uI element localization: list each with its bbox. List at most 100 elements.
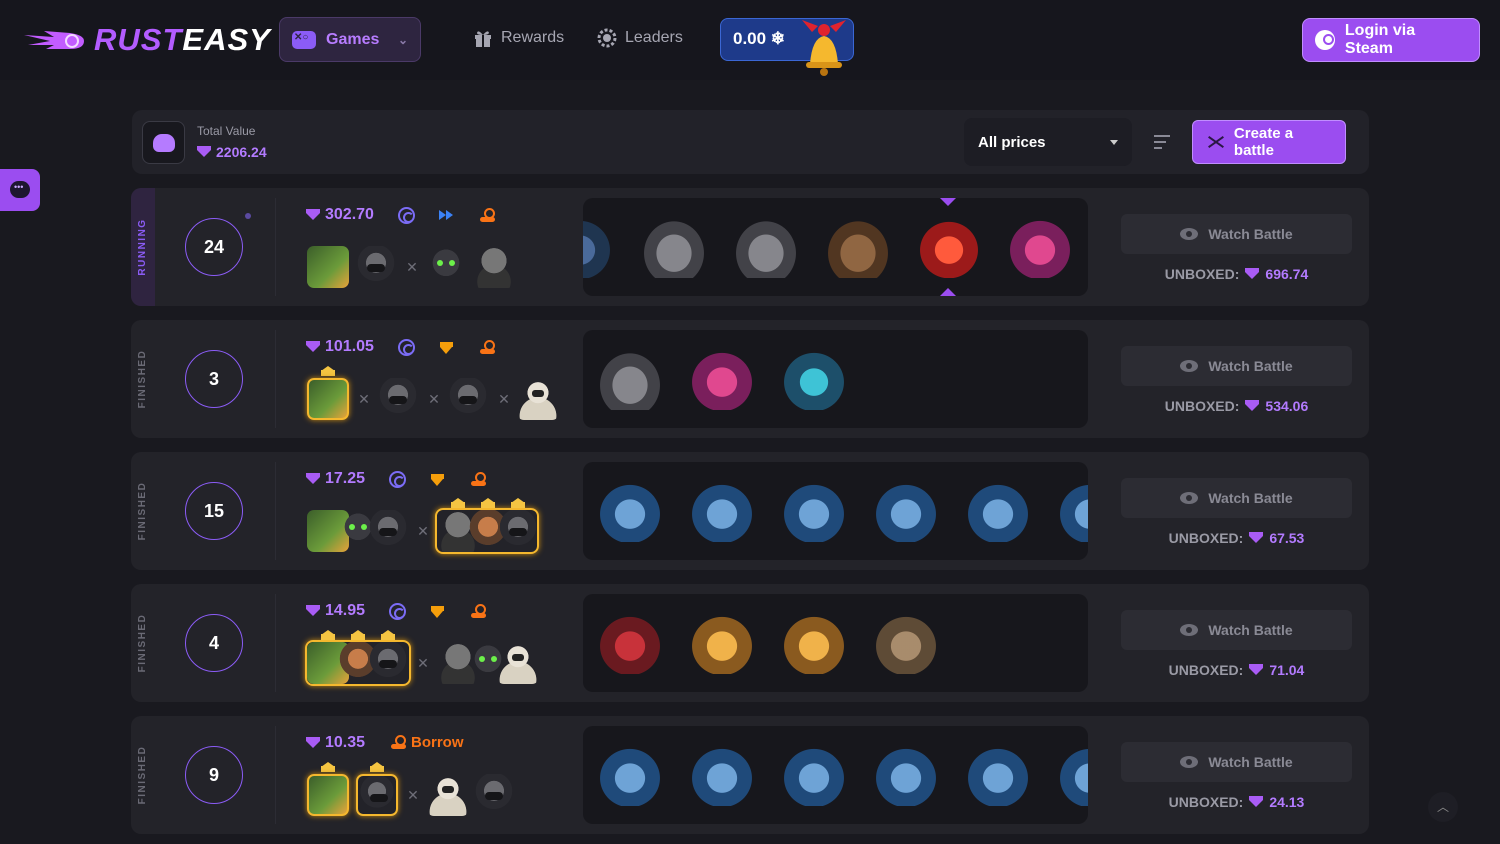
cases-reel — [583, 198, 1088, 296]
case-image — [595, 480, 665, 542]
player-avatar[interactable] — [517, 378, 559, 420]
player-avatar-winner[interactable] — [367, 642, 409, 684]
spiral-mode-icon — [398, 207, 415, 224]
create-battle-label: Create a battle — [1233, 125, 1294, 159]
player-avatar[interactable] — [473, 246, 515, 288]
case-image — [779, 744, 849, 806]
battle-row[interactable]: RUNNING 24 302.70 ✕ Watch Battle UNBOXED… — [131, 188, 1369, 306]
versus-icon: ✕ — [406, 259, 418, 275]
versus-icon: ✕ — [428, 391, 440, 407]
player-avatar[interactable] — [473, 774, 515, 816]
watch-battle-button[interactable]: Watch Battle — [1121, 610, 1352, 650]
unboxed-value: 696.74 — [1265, 266, 1309, 282]
fast-forward-icon — [438, 207, 455, 224]
case-image — [595, 612, 665, 674]
case-image — [1055, 744, 1088, 806]
logo-text-easy: EASY — [182, 22, 271, 57]
case-image — [871, 744, 941, 806]
gem-icon — [306, 473, 320, 485]
battles-summary-bar: Total Value 2206.24 All prices Create a … — [132, 110, 1369, 174]
battle-cost-value: 302.70 — [325, 206, 374, 223]
unboxed-value: 24.13 — [1269, 794, 1305, 810]
spiral-mode-icon — [389, 603, 406, 620]
cases-reel — [583, 462, 1088, 560]
watch-battle-label: Watch Battle — [1208, 226, 1293, 242]
rounds-count: 24 — [185, 218, 243, 276]
create-battle-button[interactable]: Create a battle — [1192, 120, 1346, 164]
crown-icon — [370, 762, 384, 772]
borrow-badge: Borrow — [390, 734, 464, 751]
player-avatar[interactable] — [447, 378, 489, 420]
case-image — [871, 480, 941, 542]
case-image — [687, 480, 757, 542]
unboxed-label: UNBOXED: — [1164, 266, 1240, 282]
borrow-hand-icon — [479, 339, 496, 356]
sort-button[interactable] — [1142, 122, 1182, 162]
unboxed-label: UNBOXED: — [1168, 662, 1244, 678]
live-dot — [245, 213, 251, 219]
nav-leaders-label: Leaders — [625, 29, 683, 46]
versus-icon: ✕ — [417, 655, 429, 671]
gem-icon — [1249, 664, 1264, 676]
nav-rewards-label: Rewards — [501, 29, 565, 46]
player-avatar[interactable] — [367, 510, 409, 552]
versus-icon: ✕ — [358, 391, 370, 407]
player-avatar[interactable] — [425, 246, 467, 288]
nav-rewards[interactable]: Rewards — [473, 28, 564, 48]
watch-battle-label: Watch Battle — [1208, 490, 1293, 506]
case-image — [595, 348, 665, 410]
nav-leaders[interactable]: Leaders — [597, 28, 683, 48]
player-avatar-winner[interactable] — [307, 774, 349, 816]
battle-cost-value: 101.05 — [325, 338, 374, 355]
eye-icon — [1180, 228, 1199, 240]
player-avatar-winner[interactable] — [497, 510, 539, 552]
login-steam-button[interactable]: Login via Steam — [1302, 18, 1480, 62]
chat-toggle-button[interactable] — [0, 169, 40, 211]
player-avatar[interactable] — [497, 642, 539, 684]
piggy-bank-icon — [153, 134, 175, 152]
crown-icon — [381, 630, 395, 640]
watch-battle-label: Watch Battle — [1208, 622, 1293, 638]
gem-icon — [1245, 400, 1260, 412]
watch-battle-button[interactable]: Watch Battle — [1121, 478, 1352, 518]
player-avatar[interactable] — [427, 774, 469, 816]
battle-row[interactable]: FINISHED 3 101.05 ✕ ✕ ✕ Watch Battle UNB… — [131, 320, 1369, 438]
player-avatar[interactable] — [377, 378, 419, 420]
divider — [275, 198, 276, 296]
reel-marker-top — [940, 198, 956, 206]
christmas-bell-icon[interactable] — [792, 12, 856, 78]
watch-battle-button[interactable]: Watch Battle — [1121, 214, 1352, 254]
cases-reel — [583, 594, 1088, 692]
versus-icon: ✕ — [498, 391, 510, 407]
spiral-mode-icon — [398, 339, 415, 356]
battle-cost: 302.70 — [306, 206, 374, 224]
games-label: Games — [326, 30, 380, 48]
battle-row[interactable]: FINISHED 9 10.35 Borrow ✕ Watch Battle U… — [131, 716, 1369, 834]
balance-value: 0.00 ❄ — [733, 29, 786, 48]
battle-status: FINISHED — [137, 481, 148, 541]
borrow-hand-icon — [470, 471, 487, 488]
player-avatar-winner[interactable] — [356, 774, 398, 816]
case-image — [583, 216, 615, 278]
player-avatar[interactable] — [355, 246, 397, 288]
watch-battle-label: Watch Battle — [1208, 358, 1293, 374]
watch-battle-button[interactable]: Watch Battle — [1121, 742, 1352, 782]
games-dropdown[interactable]: Games ⌄ — [279, 17, 421, 62]
player-avatar[interactable] — [307, 246, 349, 288]
player-avatar-winner[interactable] — [307, 378, 349, 420]
unboxed-value: 67.53 — [1269, 530, 1305, 546]
battle-row[interactable]: FINISHED 15 17.25 ✕ Watch Battle UNBOXED… — [131, 452, 1369, 570]
eye-icon — [1180, 624, 1199, 636]
status-strip: FINISHED — [131, 320, 155, 438]
battle-cost: 17.25 — [306, 470, 365, 488]
battle-status: FINISHED — [137, 613, 148, 673]
scroll-to-top-button[interactable]: ︿ — [1428, 792, 1458, 822]
sort-icon — [1154, 135, 1170, 137]
crown-icon — [481, 498, 495, 508]
site-logo[interactable]: RUSTEASY — [24, 20, 271, 60]
watch-battle-button[interactable]: Watch Battle — [1121, 346, 1352, 386]
battle-row[interactable]: FINISHED 4 14.95 ✕ Watch Battle UNBOXED:… — [131, 584, 1369, 702]
price-filter-select[interactable]: All prices — [964, 118, 1132, 166]
gem-icon — [306, 737, 320, 749]
watch-battle-label: Watch Battle — [1208, 754, 1293, 770]
